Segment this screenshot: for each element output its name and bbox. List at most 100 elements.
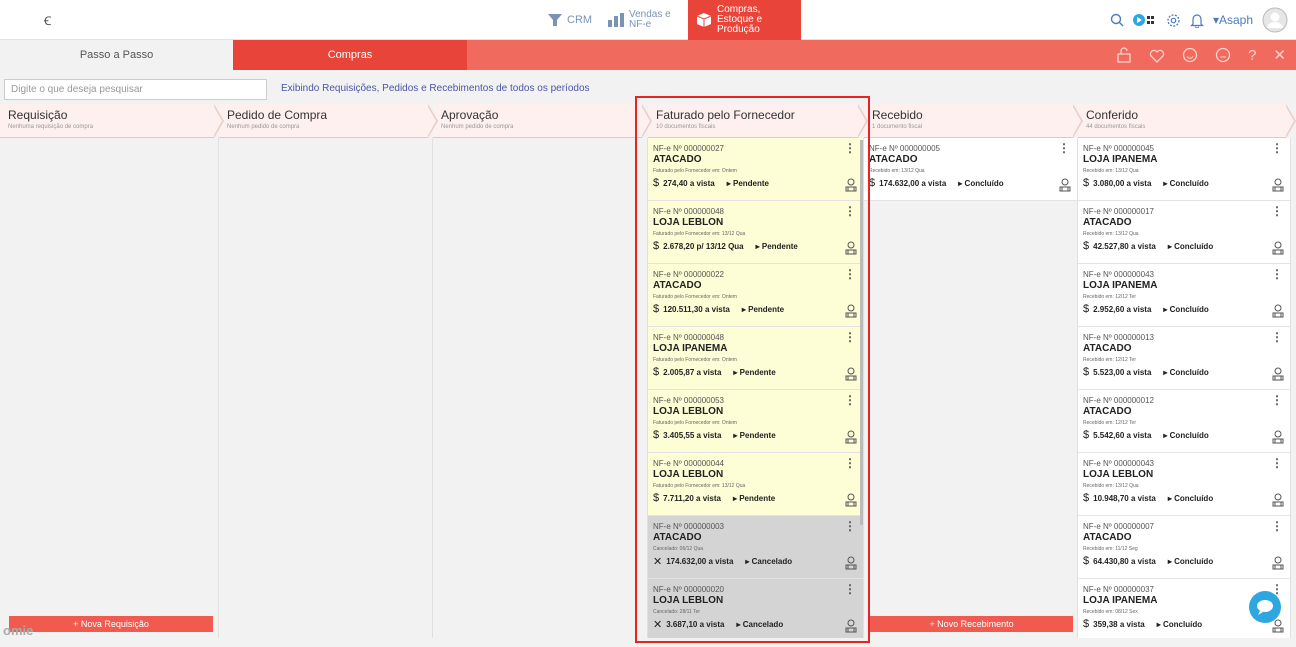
more-options-icon[interactable]: ⋮: [1271, 520, 1283, 532]
document-card[interactable]: NF-e Nº 000000048 LOJA LEBLON Faturado pel…: [648, 201, 863, 264]
document-card[interactable]: NF-e Nº 000000022 ATACADO Faturado pelo Fo…: [648, 264, 863, 327]
bell-icon[interactable]: [1189, 13, 1204, 28]
tab-compras[interactable]: Compras: [233, 40, 467, 70]
column-body-faturado[interactable]: NF-e Nº 000000027 ATACADO Faturado pelo Fo…: [648, 138, 864, 638]
more-options-icon[interactable]: ⋮: [844, 205, 856, 217]
user-icon[interactable]: [845, 619, 857, 635]
card-status: ▸ Pendente: [733, 367, 776, 377]
column-header-requisicao[interactable]: Requisição Nenhuma requisição de compra: [0, 104, 224, 138]
card-store: LOJA IPANEMA: [1083, 595, 1158, 606]
more-options-icon[interactable]: ⋮: [844, 268, 856, 280]
user-icon[interactable]: [845, 178, 857, 194]
more-options-icon[interactable]: ⋮: [844, 394, 856, 406]
more-options-icon[interactable]: ⋮: [1271, 268, 1283, 280]
user-icon[interactable]: [845, 241, 857, 257]
dollar-icon: $: [1083, 492, 1090, 504]
column-subtitle: 1 documento fiscal: [872, 124, 923, 130]
card-store: LOJA LEBLON: [653, 217, 724, 228]
more-options-icon[interactable]: ⋮: [1271, 394, 1283, 406]
document-card[interactable]: NF-e Nº 000000044 LOJA LEBLON Faturado pel…: [648, 453, 863, 516]
column-header-recebido[interactable]: Recebido 1 documento fiscal: [864, 104, 1083, 138]
document-card[interactable]: NF-e Nº 000000013 ATACADO Recebido em: 12/…: [1078, 327, 1290, 390]
document-card[interactable]: NF-e Nº 000000007 ATACADO Recebido em: 11/…: [1078, 516, 1290, 579]
card-store: LOJA LEBLON: [653, 469, 724, 480]
more-options-icon[interactable]: ⋮: [844, 583, 856, 595]
card-store: ATACADO: [1083, 532, 1132, 543]
period-filter-link[interactable]: Exibindo Requisições, Pedidos e Recebime…: [281, 83, 590, 94]
close-icon[interactable]: ✕: [1273, 46, 1286, 64]
user-icon[interactable]: [845, 556, 857, 572]
document-card[interactable]: NF-e Nº 000000043 LOJA LEBLON Recebido em:…: [1078, 453, 1290, 516]
card-number: NF-e Nº 000000043: [1083, 459, 1154, 468]
user-icon[interactable]: [1272, 241, 1284, 257]
nova-requisicao-button[interactable]: + Nova Requisição: [9, 616, 213, 632]
document-card[interactable]: NF-e Nº 000000045 LOJA IPANEMA Recebido em…: [1078, 138, 1290, 201]
user-icon[interactable]: [845, 493, 857, 509]
play-apps-icon[interactable]: [1132, 13, 1157, 27]
column-body-recebido[interactable]: NF-e Nº 000000005 ATACADO Recebido em: 13/…: [864, 138, 1078, 638]
user-icon[interactable]: [1272, 367, 1284, 383]
user-icon[interactable]: [845, 430, 857, 446]
user-icon[interactable]: [1272, 493, 1284, 509]
user-icon[interactable]: [1272, 556, 1284, 572]
column-header-aprovacao[interactable]: Aprovação Nenhum pedido de compra: [433, 104, 652, 138]
user-icon[interactable]: [1272, 178, 1284, 194]
more-options-icon[interactable]: ⋮: [1271, 142, 1283, 154]
card-amount: $64.430,80 a vista ▸ Concluído: [1083, 555, 1213, 567]
document-card[interactable]: NF-e Nº 000000020 LOJA LEBLON Cancelado: 2…: [648, 579, 863, 638]
module-crm[interactable]: CRM: [548, 0, 592, 40]
document-card[interactable]: NF-e Nº 000000053 LOJA LEBLON Faturado pel…: [648, 390, 863, 453]
more-options-icon[interactable]: ⋮: [1058, 142, 1070, 154]
module-vendas[interactable]: Vendas e NF-e: [608, 0, 675, 40]
column-header-faturado[interactable]: Faturado pelo Fornecedor 10 documentos f…: [648, 104, 868, 138]
user-icon[interactable]: [1272, 430, 1284, 446]
unlock-icon[interactable]: [1116, 47, 1132, 63]
document-card[interactable]: NF-e Nº 000000017 ATACADO Recebido em: 13/…: [1078, 201, 1290, 264]
more-options-icon[interactable]: ⋮: [844, 520, 856, 532]
document-card[interactable]: NF-e Nº 000000027 ATACADO Faturado pelo Fo…: [648, 138, 863, 201]
card-number: NF-e Nº 000000020: [653, 585, 724, 594]
heart-icon[interactable]: [1149, 48, 1165, 63]
scrollbar[interactable]: [860, 140, 863, 525]
card-amount-value: 5.542,60 a vista: [1093, 430, 1152, 440]
more-options-icon[interactable]: ⋮: [844, 331, 856, 343]
app-logo[interactable]: Ꞓ: [44, 12, 51, 29]
module-compras[interactable]: Compras, Estoque e Produção: [688, 0, 801, 40]
column-title: Aprovação: [441, 108, 499, 122]
card-amount-value: 174.632,00 a vista: [879, 178, 947, 188]
user-icon[interactable]: [1272, 619, 1284, 635]
document-card[interactable]: NF-e Nº 000000003 ATACADO Cancelado: 06/12…: [648, 516, 863, 579]
more-options-icon[interactable]: ⋮: [1271, 457, 1283, 469]
avatar[interactable]: [1262, 7, 1288, 33]
smile-icon[interactable]: [1182, 47, 1198, 63]
user-icon[interactable]: [845, 304, 857, 320]
more-options-icon[interactable]: ⋮: [844, 142, 856, 154]
document-card[interactable]: NF-e Nº 000000012 ATACADO Recebido em: 12/…: [1078, 390, 1290, 453]
help-icon[interactable]: ?: [1248, 47, 1256, 64]
more-options-icon[interactable]: ⋮: [1271, 331, 1283, 343]
user-icon[interactable]: [1272, 304, 1284, 320]
column-header-pedido[interactable]: Pedido de Compra Nenhum pedido de compra: [219, 104, 438, 138]
document-card[interactable]: NF-e Nº 000000043 LOJA IPANEMA Recebido em…: [1078, 264, 1290, 327]
column-header-conferido[interactable]: Conferido 44 documentos fiscais: [1078, 104, 1296, 138]
tab-passo-a-passo[interactable]: Passo a Passo: [0, 40, 233, 70]
document-card[interactable]: NF-e Nº 000000048 LOJA IPANEMA Faturado pe…: [648, 327, 863, 390]
emoji-icon[interactable]: [1215, 47, 1231, 63]
more-options-icon[interactable]: ⋮: [844, 457, 856, 469]
search-icon[interactable]: [1110, 13, 1124, 27]
column-body-conferido[interactable]: NF-e Nº 000000045 LOJA IPANEMA Recebido em…: [1078, 138, 1291, 638]
user-icon[interactable]: [1059, 178, 1071, 194]
chat-button[interactable]: [1249, 591, 1281, 623]
gear-icon[interactable]: [1166, 13, 1181, 28]
column-title: Conferido: [1086, 108, 1139, 122]
more-options-icon[interactable]: ⋮: [1271, 205, 1283, 217]
document-card[interactable]: NF-e Nº 000000005 ATACADO Recebido em: 13/…: [864, 138, 1077, 201]
card-store: LOJA LEBLON: [653, 595, 724, 606]
card-status: ▸ Cancelado: [736, 620, 784, 629]
card-status: ▸ Cancelado: [745, 557, 793, 566]
search-input[interactable]: [4, 79, 267, 100]
card-status: ▸ Pendente: [732, 493, 776, 503]
novo-recebimento-button[interactable]: + Novo Recebimento: [870, 616, 1073, 632]
user-icon[interactable]: [845, 367, 857, 383]
user-menu[interactable]: ▾Asaph: [1213, 13, 1253, 27]
